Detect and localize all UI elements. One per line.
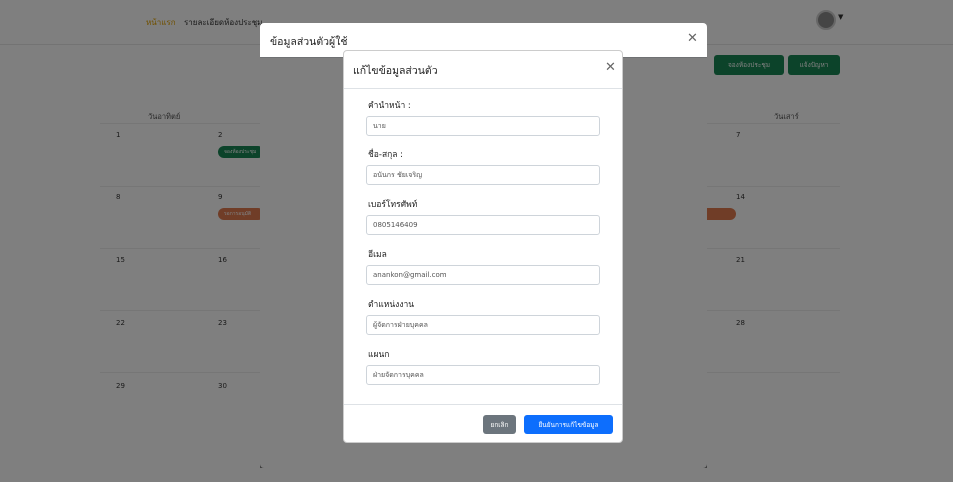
fullname-input[interactable]: [366, 165, 600, 185]
fullname-label: ชื่อ-สกุล :: [368, 150, 404, 160]
modal-header-divider: [344, 88, 622, 89]
email-input[interactable]: [366, 265, 600, 285]
close-icon[interactable]: ✕: [605, 60, 616, 75]
position-input[interactable]: [366, 315, 600, 335]
phone-label: เบอร์โทรศัพท์: [368, 200, 418, 210]
position-label: ตำแหน่งงาน: [368, 300, 415, 310]
edit-profile-modal: แก้ไขข้อมูลส่วนตัว ✕ คำนำหน้า : ชื่อ-สกุ…: [343, 50, 623, 443]
confirm-edit-button[interactable]: ยืนยันการแก้ไขข้อมูล: [524, 415, 613, 434]
edit-profile-modal-title: แก้ไขข้อมูลส่วนตัว: [353, 65, 438, 77]
cancel-button[interactable]: ยกเลิก: [483, 415, 516, 434]
close-icon[interactable]: ✕: [687, 31, 698, 46]
modal-footer-divider: [344, 404, 622, 405]
prefix-label: คำนำหน้า :: [368, 101, 411, 111]
department-label: แผนก: [368, 350, 390, 360]
phone-input[interactable]: [366, 215, 600, 235]
department-input[interactable]: [366, 365, 600, 385]
email-label: อีเมล: [368, 250, 387, 260]
user-info-modal-title: ข้อมูลส่วนตัวผู้ใช้: [270, 36, 348, 48]
prefix-input[interactable]: [366, 116, 600, 136]
